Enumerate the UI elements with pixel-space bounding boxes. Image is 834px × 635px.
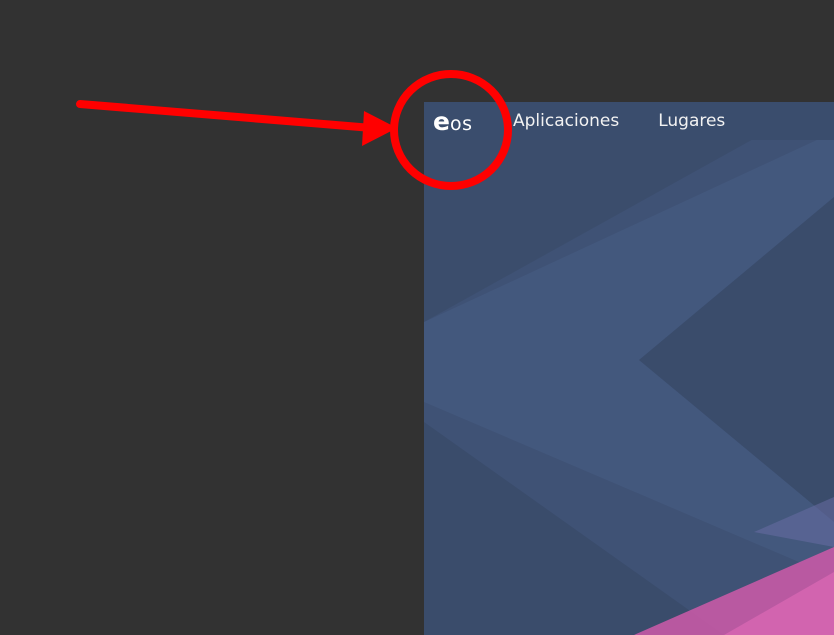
menu-applications[interactable]: Aplicaciones bbox=[513, 111, 619, 131]
wallpaper bbox=[424, 102, 834, 635]
top-panel: e os Aplicaciones Lugares bbox=[424, 102, 834, 140]
screenshot-stage: e os Aplicaciones Lugares bbox=[0, 0, 834, 635]
logo-os: os bbox=[449, 112, 473, 135]
logo-e: e bbox=[433, 106, 450, 136]
arrow-icon bbox=[76, 100, 397, 146]
desktop: e os Aplicaciones Lugares bbox=[424, 102, 834, 635]
eos-logo-button[interactable]: e os bbox=[433, 109, 495, 134]
menu-places[interactable]: Lugares bbox=[658, 111, 725, 131]
